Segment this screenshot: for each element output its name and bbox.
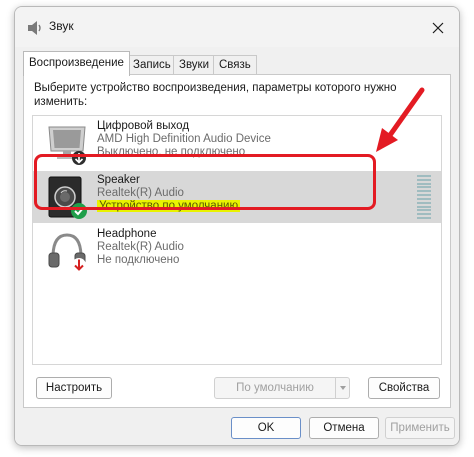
device-name: Headphone xyxy=(97,228,157,240)
instruction-text: Выберите устройство воспроизведения, пар… xyxy=(34,82,397,108)
sound-dialog: Звук Воспроизведение Запись Звуки Связь … xyxy=(14,6,460,446)
cancel-button[interactable]: Отмена xyxy=(309,417,379,439)
set-default-dropdown xyxy=(335,378,349,398)
device-driver: Realtek(R) Audio xyxy=(97,241,184,253)
volume-level-meter xyxy=(417,175,431,219)
device-status: Выключено, не подключено xyxy=(97,146,246,158)
monitor-icon xyxy=(48,126,86,165)
apply-button: Применить xyxy=(385,417,455,439)
speaker-title-icon xyxy=(28,21,41,35)
close-button[interactable] xyxy=(427,17,449,39)
device-name: Цифровой выход xyxy=(97,120,190,132)
tab-playback[interactable]: Воспроизведение xyxy=(23,51,130,76)
red-down-arrow-badge-icon xyxy=(72,258,86,272)
tab-sounds[interactable]: Звуки xyxy=(173,55,216,75)
ok-button[interactable]: OK xyxy=(231,417,301,439)
window-title: Звук xyxy=(49,19,74,33)
properties-button[interactable]: Свойства xyxy=(368,377,440,399)
speaker-icon xyxy=(48,176,87,219)
device-headphone[interactable]: Headphone Realtek(R) Audio Не подключено xyxy=(33,225,441,277)
set-default-button: По умолчанию xyxy=(214,377,350,399)
tab-recording[interactable]: Запись xyxy=(127,55,177,75)
device-status: Не подключено xyxy=(97,254,180,266)
tab-communications[interactable]: Связь xyxy=(213,55,257,75)
chevron-down-icon xyxy=(340,386,346,390)
device-name: Speaker xyxy=(97,174,140,186)
headphones-icon xyxy=(48,233,86,272)
device-driver: AMD High Definition Audio Device xyxy=(97,133,271,145)
dialog-footer: OK Отмена Применить xyxy=(15,411,459,445)
close-icon xyxy=(432,22,444,34)
checkmark-badge-icon xyxy=(71,203,87,219)
configure-button[interactable]: Настроить xyxy=(36,377,112,399)
device-list[interactable]: Цифровой выход AMD High Definition Audio… xyxy=(32,115,442,365)
tab-strip: Воспроизведение Запись Звуки Связь xyxy=(23,51,451,76)
device-speaker[interactable]: Speaker Realtek(R) Audio Устройство по у… xyxy=(33,171,441,223)
device-driver: Realtek(R) Audio xyxy=(97,187,184,199)
playback-panel: Выберите устройство воспроизведения, пар… xyxy=(23,74,451,408)
down-arrow-badge-icon xyxy=(72,151,86,165)
set-default-label: По умолчанию xyxy=(236,382,314,394)
device-digital-output[interactable]: Цифровой выход AMD High Definition Audio… xyxy=(33,117,441,169)
device-status: Устройство по умолчанию xyxy=(97,200,241,212)
title-bar: Звук xyxy=(15,7,459,47)
